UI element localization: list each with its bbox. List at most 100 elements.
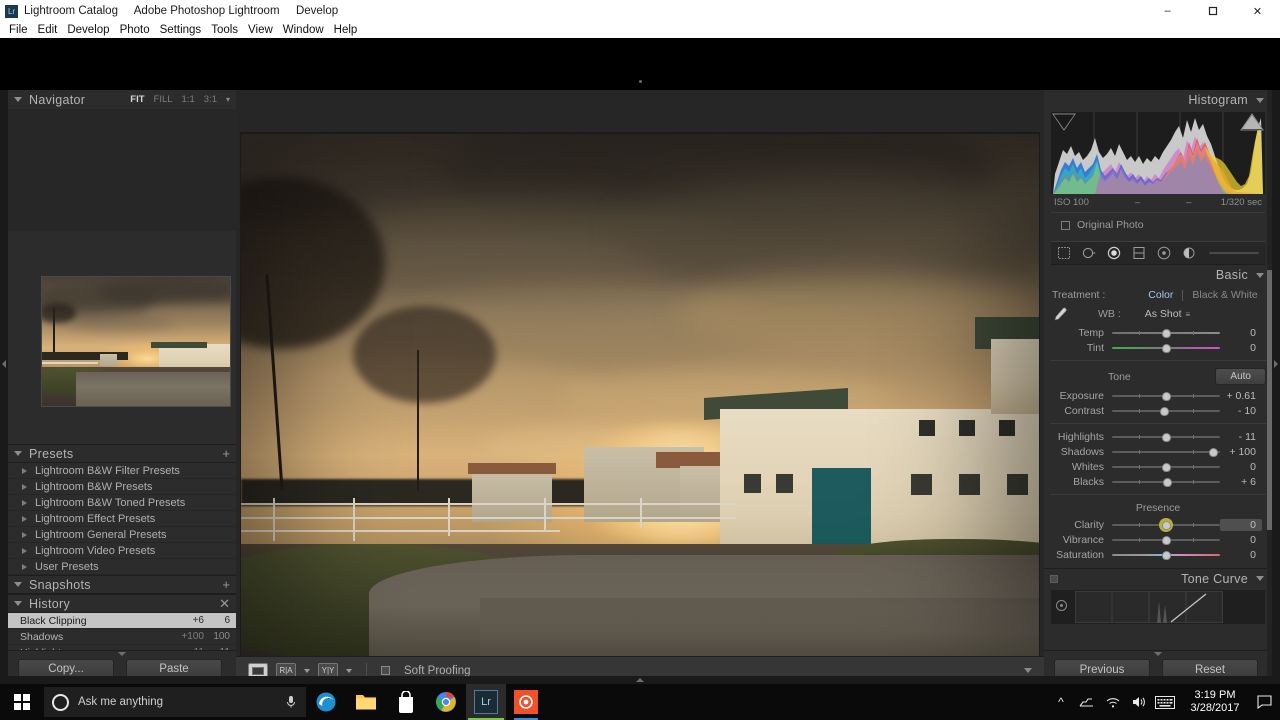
chevron-right-icon[interactable]: [22, 547, 27, 554]
slider-handle[interactable]: [1161, 551, 1171, 560]
preset-group-bw-toned[interactable]: Lightroom B&W Toned Presets: [8, 495, 236, 511]
slider-track[interactable]: [1112, 474, 1220, 489]
slider-handle[interactable]: [1209, 448, 1219, 457]
tone-curve-enable-toggle[interactable]: [1050, 575, 1058, 583]
slider-handle[interactable]: [1162, 478, 1172, 487]
slider-exposure[interactable]: Exposure + 0.61: [1044, 388, 1272, 403]
zoom-1-1[interactable]: 1:1: [182, 94, 195, 105]
slider-track[interactable]: [1112, 444, 1220, 459]
white-balance-selector-icon[interactable]: [1052, 306, 1068, 322]
clear-history-icon[interactable]: ✕: [219, 597, 230, 610]
slider-blacks[interactable]: Blacks + 6: [1044, 474, 1272, 489]
photo-viewport[interactable]: [240, 132, 1040, 675]
treatment-bw-option[interactable]: Black & White: [1192, 289, 1257, 301]
slider-track[interactable]: [1112, 532, 1220, 547]
chevron-down-icon[interactable]: [304, 668, 310, 673]
taskbar-photoshop-elements-button[interactable]: [506, 684, 546, 720]
taskbar-clock[interactable]: 3:19 PM 3/28/2017: [1178, 689, 1252, 715]
photo-image[interactable]: [241, 133, 1039, 674]
scrollbar-thumb[interactable]: [1267, 270, 1272, 530]
chevron-right-icon[interactable]: [22, 467, 27, 474]
wb-dropdown-icon[interactable]: ≡: [1186, 310, 1191, 319]
original-photo-row[interactable]: Original Photo: [1051, 212, 1265, 235]
red-eye-icon[interactable]: [1107, 246, 1121, 260]
spot-removal-icon[interactable]: [1082, 246, 1096, 260]
chevron-right-icon[interactable]: [22, 499, 27, 506]
presets-header[interactable]: Presets +: [8, 444, 236, 463]
slider-clarity[interactable]: Clarity 0: [1044, 517, 1272, 532]
taskbar-lightroom-button[interactable]: Lr: [466, 684, 506, 720]
slider-highlights[interactable]: Highlights - 11: [1044, 429, 1272, 444]
slider-track[interactable]: [1112, 459, 1220, 474]
histogram-header[interactable]: Histogram: [1044, 90, 1272, 110]
slider-value[interactable]: 0: [1220, 461, 1262, 473]
navigator-header[interactable]: Navigator FIT FILL 1:1 3:1 ▾: [8, 90, 236, 109]
close-button[interactable]: ✕: [1235, 0, 1280, 22]
menu-tools[interactable]: Tools: [206, 22, 243, 38]
taskbar-chrome-button[interactable]: [426, 684, 466, 720]
menu-view[interactable]: View: [243, 22, 278, 38]
slider-handle[interactable]: [1160, 407, 1170, 416]
chevron-right-icon[interactable]: [22, 515, 27, 522]
add-preset-icon[interactable]: +: [222, 447, 230, 460]
volume-icon[interactable]: [1126, 684, 1152, 720]
crop-overlay-icon[interactable]: [1057, 246, 1071, 260]
slider-shadows[interactable]: Shadows + 100: [1044, 444, 1272, 459]
filmstrip-collapse-handle[interactable]: [0, 676, 1280, 684]
right-panel-resize-handle[interactable]: [1154, 652, 1162, 656]
top-panel-toggle[interactable]: [639, 80, 642, 83]
slider-value[interactable]: + 100: [1220, 446, 1262, 458]
keyboard-icon[interactable]: [1152, 684, 1178, 720]
history-header[interactable]: History ✕: [8, 594, 236, 613]
taskbar-file-explorer-button[interactable]: [346, 684, 386, 720]
chevron-up-icon[interactable]: ^: [1048, 684, 1074, 720]
original-photo-checkbox[interactable]: [1061, 220, 1070, 230]
zoom-fit[interactable]: FIT: [130, 94, 144, 105]
slider-value[interactable]: 0: [1220, 342, 1262, 354]
chevron-down-icon[interactable]: [1256, 576, 1264, 581]
slider-value[interactable]: 0: [1220, 549, 1262, 561]
slider-track[interactable]: [1112, 340, 1220, 355]
slider-value[interactable]: + 6: [1220, 476, 1262, 488]
slider-value[interactable]: 0: [1220, 518, 1262, 531]
left-panel-resize-handle[interactable]: [118, 652, 126, 656]
slider-track[interactable]: [1112, 429, 1220, 444]
chevron-down-icon[interactable]: [1256, 97, 1264, 103]
taskbar-store-button[interactable]: [386, 684, 426, 720]
menu-edit[interactable]: Edit: [33, 22, 63, 38]
slider-tint[interactable]: Tint 0: [1044, 340, 1272, 355]
adjustment-brush-icon[interactable]: [1182, 246, 1196, 260]
histogram-graph[interactable]: [1051, 112, 1265, 194]
chevron-down-icon[interactable]: [346, 668, 352, 673]
slider-handle[interactable]: [1161, 329, 1171, 338]
tool-strip-slider[interactable]: [1209, 252, 1259, 254]
menu-window[interactable]: Window: [278, 22, 329, 38]
radial-filter-icon[interactable]: [1157, 246, 1171, 260]
slider-value[interactable]: - 11: [1220, 431, 1262, 443]
slider-contrast[interactable]: Contrast - 10: [1044, 403, 1272, 418]
slider-handle[interactable]: [1161, 536, 1171, 545]
slider-whites[interactable]: Whites 0: [1044, 459, 1272, 474]
chevron-right-icon[interactable]: [22, 563, 27, 570]
slider-value[interactable]: - 10: [1220, 405, 1262, 417]
toolbar-options-icon[interactable]: [1024, 668, 1032, 673]
preset-group-video[interactable]: Lightroom Video Presets: [8, 543, 236, 559]
slider-track[interactable]: [1112, 403, 1220, 418]
basic-panel-header[interactable]: Basic: [1044, 265, 1272, 285]
preset-group-user[interactable]: User Presets: [8, 559, 236, 575]
chevron-down-icon[interactable]: [14, 451, 22, 456]
chevron-down-icon[interactable]: [1256, 272, 1264, 278]
menu-settings[interactable]: Settings: [155, 22, 207, 38]
slider-saturation[interactable]: Saturation 0: [1044, 547, 1272, 562]
snapshots-header[interactable]: Snapshots +: [8, 575, 236, 594]
preset-group-general[interactable]: Lightroom General Presets: [8, 527, 236, 543]
slider-handle[interactable]: [1161, 433, 1171, 442]
tone-curve-graph[interactable]: [1051, 590, 1265, 624]
menu-develop[interactable]: Develop: [62, 22, 114, 38]
slider-track[interactable]: [1112, 547, 1220, 562]
zoom-3-1[interactable]: 3:1: [204, 94, 217, 105]
slider-track[interactable]: [1112, 325, 1220, 340]
table-row[interactable]: Black Clipping +6 6: [8, 613, 236, 629]
right-panel-scrollbar[interactable]: [1267, 90, 1272, 684]
treatment-color-option[interactable]: Color: [1148, 289, 1173, 301]
